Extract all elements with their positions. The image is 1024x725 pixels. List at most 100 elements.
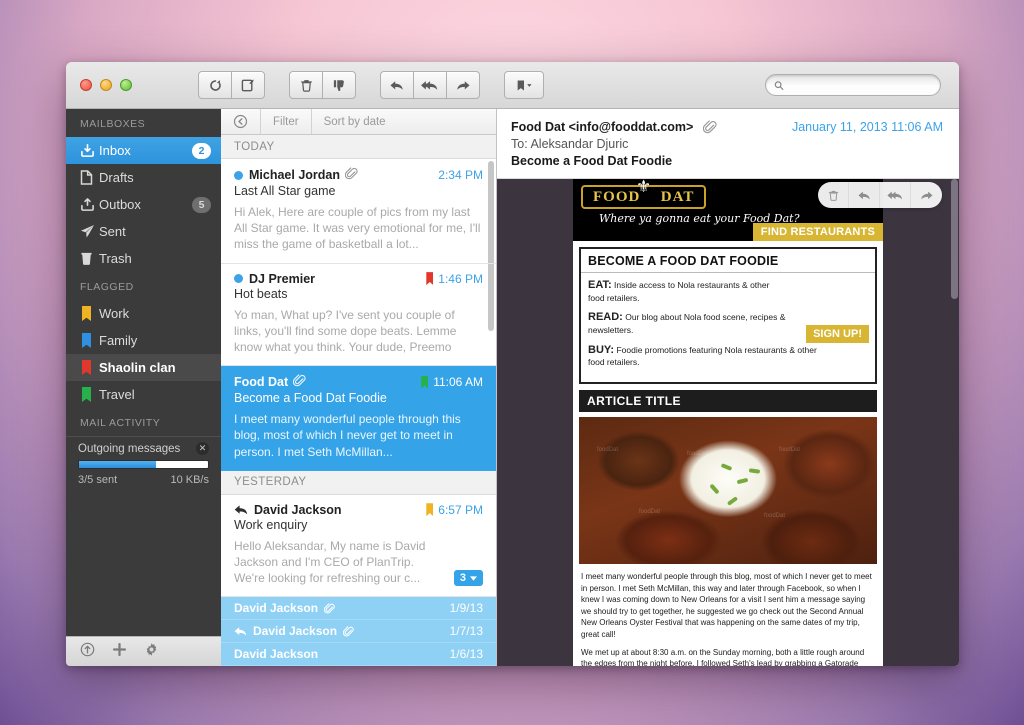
sidebar-item-shaolin-clan[interactable]: Shaolin clan — [66, 354, 221, 381]
sidebar-item-inbox[interactable]: Inbox 2 — [66, 137, 221, 164]
article-paragraph: We met up at about 8:30 a.m. on the Sund… — [581, 647, 865, 667]
paperclip-icon — [344, 167, 358, 183]
filter-button[interactable]: Filter — [261, 109, 311, 134]
sidebar-item-outbox[interactable]: Outbox 5 — [66, 191, 221, 218]
section-header-today: TODAY — [221, 135, 496, 159]
sidebar-bottom-toolbar — [66, 636, 221, 666]
message-subject-header: Become a Food Dat Foodie — [511, 154, 673, 168]
reply-all-button[interactable] — [413, 71, 447, 99]
sidebar-item-sent[interactable]: Sent — [66, 218, 221, 245]
inbox-icon — [80, 143, 99, 158]
delete-button[interactable] — [289, 71, 323, 99]
list-item[interactable]: DJ Premier 1:46 PM Hot beats Yo man, Wha… — [221, 264, 496, 367]
sidebar-item-work[interactable]: Work — [66, 300, 221, 327]
list-item[interactable]: David Jackson 6:57 PM Work enquiry Hello… — [221, 495, 496, 598]
reply-button[interactable] — [380, 71, 414, 99]
search-field[interactable] — [765, 74, 941, 96]
search-input[interactable] — [788, 79, 932, 91]
sidebar-header-mailboxes: MAILBOXES — [66, 109, 221, 137]
forward-message-button[interactable] — [911, 182, 942, 208]
toolbar-group-actions — [289, 71, 356, 99]
message-sender: DJ Premier — [249, 271, 316, 286]
compose-button[interactable] — [231, 71, 265, 99]
reply-message-button[interactable] — [849, 182, 880, 208]
plus-icon[interactable] — [112, 642, 127, 662]
fleur-de-lis-icon: ⚜ — [636, 179, 652, 196]
thread-count-label: 3 — [459, 572, 466, 585]
minimize-button[interactable] — [100, 79, 112, 91]
close-button[interactable] — [80, 79, 92, 91]
unread-dot — [234, 274, 243, 284]
list-item[interactable]: Food Dat 11:06 AM Become a Food Dat Food… — [221, 366, 496, 471]
maximize-button[interactable] — [120, 79, 132, 91]
article-paragraph: I meet many wonderful people through thi… — [581, 571, 872, 639]
reader-scrollbar[interactable] — [951, 179, 958, 299]
logo-text-right: DAT — [660, 189, 695, 205]
article-title-bar: ARTICLE TITLE — [579, 389, 877, 412]
find-restaurants-button[interactable]: FIND RESTAURANTS — [752, 223, 883, 241]
message-subject: Become a Food Dat Foodie — [234, 391, 387, 406]
junk-button[interactable] — [322, 71, 356, 99]
sent-icon — [80, 224, 99, 239]
sidebar-item-travel[interactable]: Travel — [66, 381, 221, 408]
outbox-icon — [80, 197, 99, 212]
sidebar-item-label: Shaolin clan — [99, 360, 176, 375]
back-button[interactable] — [221, 109, 260, 134]
mail-window: MAILBOXES Inbox 2 Drafts Outbox 5 Sent T… — [66, 62, 959, 666]
article-body: I meet many wonderful people through thi… — [573, 571, 883, 666]
window-body: MAILBOXES Inbox 2 Drafts Outbox 5 Sent T… — [66, 109, 959, 666]
sidebar-item-drafts[interactable]: Drafts — [66, 164, 221, 191]
message-hover-actions — [818, 182, 942, 208]
flag-icon — [80, 360, 99, 375]
message-time: 1:46 PM — [426, 272, 483, 286]
sidebar-item-label: Sent — [99, 224, 126, 239]
list-item[interactable]: David Jackson 1/6/13 — [221, 643, 496, 666]
reply-all-message-button[interactable] — [880, 182, 911, 208]
sidebar-item-label: Family — [99, 333, 138, 348]
cancel-icon[interactable]: ✕ — [196, 442, 209, 455]
window-titlebar — [66, 62, 959, 109]
activity-rate: 10 KB/s — [170, 474, 209, 486]
toolbar-group-flag — [504, 71, 544, 99]
message-preview: Hello Aleksandar, My name is David Jacks… — [234, 538, 426, 586]
flag-icon — [426, 272, 433, 285]
thread-sender: David Jackson — [234, 647, 319, 662]
sort-button[interactable]: Sort by date — [312, 109, 398, 134]
gear-icon[interactable] — [144, 642, 159, 662]
message-preview: Yo man, What up? I've sent you couple of… — [234, 307, 457, 354]
action-icon[interactable] — [80, 642, 95, 662]
foodie-bullet-label: READ: — [588, 311, 623, 324]
thread-count-button[interactable]: 3 — [453, 570, 483, 587]
sidebar-item-family[interactable]: Family — [66, 327, 221, 354]
outbox-count-badge: 5 — [192, 196, 211, 213]
sidebar: MAILBOXES Inbox 2 Drafts Outbox 5 Sent T… — [66, 109, 221, 666]
list-item[interactable]: David Jackson 1/7/13 — [221, 620, 496, 644]
sign-up-button[interactable]: SIGN UP! — [806, 325, 869, 343]
delete-message-button[interactable] — [818, 182, 849, 208]
thread-date: 1/9/13 — [449, 601, 483, 616]
activity-progress-fill — [79, 461, 157, 468]
forward-button[interactable] — [446, 71, 480, 99]
list-item[interactable]: David Jackson 1/9/13 — [221, 597, 496, 621]
replied-icon — [234, 504, 248, 516]
sidebar-item-trash[interactable]: Trash — [66, 245, 221, 272]
paperclip-icon — [324, 603, 335, 614]
toolbar-group-reply — [380, 71, 480, 99]
flag-button[interactable] — [504, 71, 544, 99]
email-sheet: ⚜ FOOD DAT Where ya gonna eat your Food … — [573, 179, 883, 666]
message-time-text: 11:06 AM — [433, 375, 483, 390]
list-item[interactable]: Michael Jordan 2:34 PM Last All Star gam… — [221, 159, 496, 264]
foodie-bullet-text: Foodie promotions featuring Nola restaur… — [588, 344, 817, 368]
thread-date: 1/6/13 — [449, 647, 483, 662]
message-subject: Hot beats — [234, 286, 288, 301]
paperclip-icon[interactable] — [703, 120, 717, 134]
toolbar-group-mail — [198, 71, 265, 99]
get-mail-button[interactable] — [198, 71, 232, 99]
trash-icon — [80, 251, 99, 266]
activity-sent-count: 3/5 sent — [78, 474, 118, 486]
thread-date: 1/7/13 — [449, 624, 483, 639]
section-header-yesterday: YESTERDAY — [221, 470, 496, 495]
message-from: Food Dat <info@fooddat.com> — [511, 120, 694, 134]
back-arrow-icon — [233, 114, 248, 129]
activity-title: Outgoing messages — [78, 442, 181, 455]
